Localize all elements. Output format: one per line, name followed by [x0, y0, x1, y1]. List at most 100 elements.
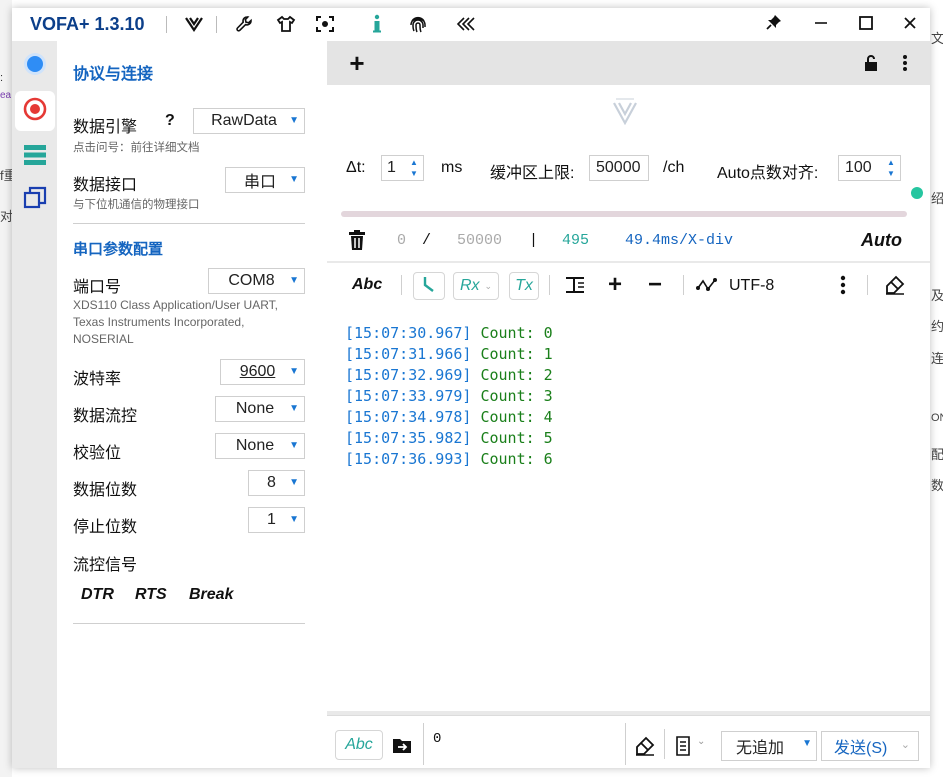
rail-record-button[interactable] — [15, 91, 55, 131]
help-question-icon[interactable]: ? — [165, 112, 175, 130]
chevron-down-icon: ⌄ — [697, 736, 706, 747]
record-icon — [22, 96, 48, 127]
title-bar: VOFA+ 1.3.10 — [12, 8, 930, 41]
rx-toggle[interactable]: Rx ⌄ — [453, 272, 499, 300]
bg-fragment: ea — [0, 90, 12, 101]
pin-icon — [766, 14, 782, 35]
buffer-unit: /ch — [663, 159, 685, 176]
zoom-out-button[interactable]: − — [643, 271, 667, 298]
flow-select[interactable]: None ▼ — [215, 396, 305, 422]
send-bar: Abc 0 ⌄ 无追加 ▼ 发送(S) ⌄ — [327, 715, 930, 768]
text-wrap-icon[interactable] — [563, 273, 587, 297]
pin-button[interactable] — [754, 8, 794, 41]
divider — [664, 729, 665, 759]
log-line: [15:07:32.969] Count: 2 — [345, 366, 553, 384]
bg-fragment: 及 — [931, 288, 943, 303]
trash-icon[interactable] — [345, 228, 369, 252]
more-vertical-icon[interactable] — [833, 273, 853, 297]
append-value: 无追加 — [736, 740, 785, 757]
append-select[interactable]: 无追加 ▼ — [721, 731, 817, 761]
port-label: 端口号 — [73, 279, 122, 296]
minimize-button[interactable] — [801, 8, 841, 41]
align-value: 100 — [845, 159, 872, 176]
count-slash: / — [422, 232, 432, 249]
minimize-icon — [814, 15, 828, 35]
receive-log[interactable]: [15:07:30.967] Count: 0 [15:07:31.966] C… — [327, 307, 930, 711]
encoding-select[interactable]: UTF-8 — [729, 277, 774, 295]
rail-connection-button[interactable] — [15, 46, 55, 86]
maximize-button[interactable] — [846, 8, 886, 41]
dt-value: 1 — [387, 159, 396, 176]
config-panel: 协议与连接 数据引擎 ? RawData ▼ 点击问号：前往详细文档 数据接口 … — [57, 41, 327, 768]
add-tab-button[interactable]: + — [343, 47, 371, 79]
auto-scale-button[interactable]: Auto — [861, 230, 902, 251]
log-line: [15:07:31.966] Count: 1 — [345, 345, 553, 363]
more-vertical-icon[interactable] — [893, 51, 917, 75]
tx-label: Tx — [515, 277, 533, 294]
clear-send-icon[interactable] — [633, 734, 657, 758]
close-button[interactable] — [890, 8, 930, 41]
break-button[interactable]: Break — [189, 586, 233, 604]
rts-button[interactable]: RTS — [135, 586, 167, 604]
send-button[interactable]: 发送(S) ⌄ — [821, 731, 919, 761]
info-icon[interactable] — [365, 12, 389, 36]
screenshot-icon[interactable] — [313, 12, 337, 36]
shirt-icon[interactable] — [274, 12, 298, 36]
divider — [625, 723, 626, 765]
stats-divider: | — [529, 232, 539, 249]
divider — [216, 16, 217, 33]
divider — [73, 223, 305, 224]
rail-list-button[interactable] — [15, 137, 55, 177]
rx-label: Rx — [459, 277, 480, 294]
dt-unit: ms — [441, 159, 463, 176]
interface-select[interactable]: 串口 ▼ — [225, 167, 305, 193]
divider — [867, 275, 868, 295]
abc-toggle[interactable]: Abc — [352, 276, 382, 294]
databits-label: 数据位数 — [73, 482, 138, 499]
dt-spinbox[interactable]: 1 ▲ ▼ — [381, 155, 424, 181]
log-line: [15:07:30.967] Count: 0 — [345, 324, 553, 342]
app-title: VOFA+ 1.3.10 — [30, 14, 145, 34]
collapse-left-icon[interactable] — [454, 12, 478, 36]
port-select[interactable]: COM8 ▼ — [208, 268, 305, 294]
log-line: [15:07:33.979] Count: 3 — [345, 387, 553, 405]
encoding-icon[interactable] — [695, 273, 719, 297]
databits-select[interactable]: 8 ▼ — [248, 470, 305, 496]
connection-icon — [23, 52, 47, 81]
engine-label: 数据引擎 — [73, 119, 138, 136]
dtr-button[interactable]: DTR — [81, 586, 114, 604]
wrench-icon[interactable] — [232, 12, 256, 36]
fingerprint-icon[interactable] — [406, 12, 430, 36]
time-per-div: 49.4ms/X-div — [625, 232, 734, 249]
buffer-input[interactable]: 50000 — [589, 155, 649, 181]
zoom-in-button[interactable]: + — [603, 271, 627, 298]
receive-toolbar: Abc Rx ⌄ Tx + − UTF-8 — [327, 263, 930, 307]
baud-select[interactable]: 9600 ▼ — [220, 359, 305, 385]
main-panel: + Δt: 1 ▲ ▼ ms 缓冲区上限: 50000 /ch Auto点数对齐… — [327, 41, 930, 768]
chevron-down-icon: ▼ — [289, 275, 299, 286]
engine-select[interactable]: RawData ▼ — [193, 108, 305, 134]
vofa-logo-icon[interactable] — [182, 12, 206, 36]
waveform-area[interactable] — [327, 85, 930, 141]
point-count: 495 — [562, 232, 590, 249]
chevron-down-icon: ▼ — [289, 514, 299, 525]
document-icon[interactable] — [673, 734, 693, 758]
send-input[interactable]: 0 — [433, 731, 441, 747]
maximize-icon — [859, 15, 873, 35]
tx-toggle[interactable]: Tx — [509, 272, 539, 300]
unlock-icon[interactable] — [859, 51, 883, 75]
tab-toolbar: + — [327, 41, 930, 85]
timestamp-toggle[interactable] — [413, 272, 445, 300]
stopbits-select[interactable]: 1 ▼ — [248, 507, 305, 533]
parity-label: 校验位 — [73, 445, 122, 462]
import-icon[interactable] — [391, 733, 413, 757]
buffer-slider[interactable] — [327, 199, 930, 219]
eraser-icon[interactable] — [883, 273, 907, 297]
timestamp-icon — [422, 276, 436, 297]
slider-track[interactable] — [341, 211, 907, 217]
send-abc-toggle[interactable]: Abc — [335, 730, 383, 760]
divider — [327, 715, 930, 716]
rail-window-button[interactable] — [15, 179, 55, 219]
parity-select[interactable]: None ▼ — [215, 433, 305, 459]
align-spinbox[interactable]: 100 ▲ ▼ — [838, 155, 901, 181]
